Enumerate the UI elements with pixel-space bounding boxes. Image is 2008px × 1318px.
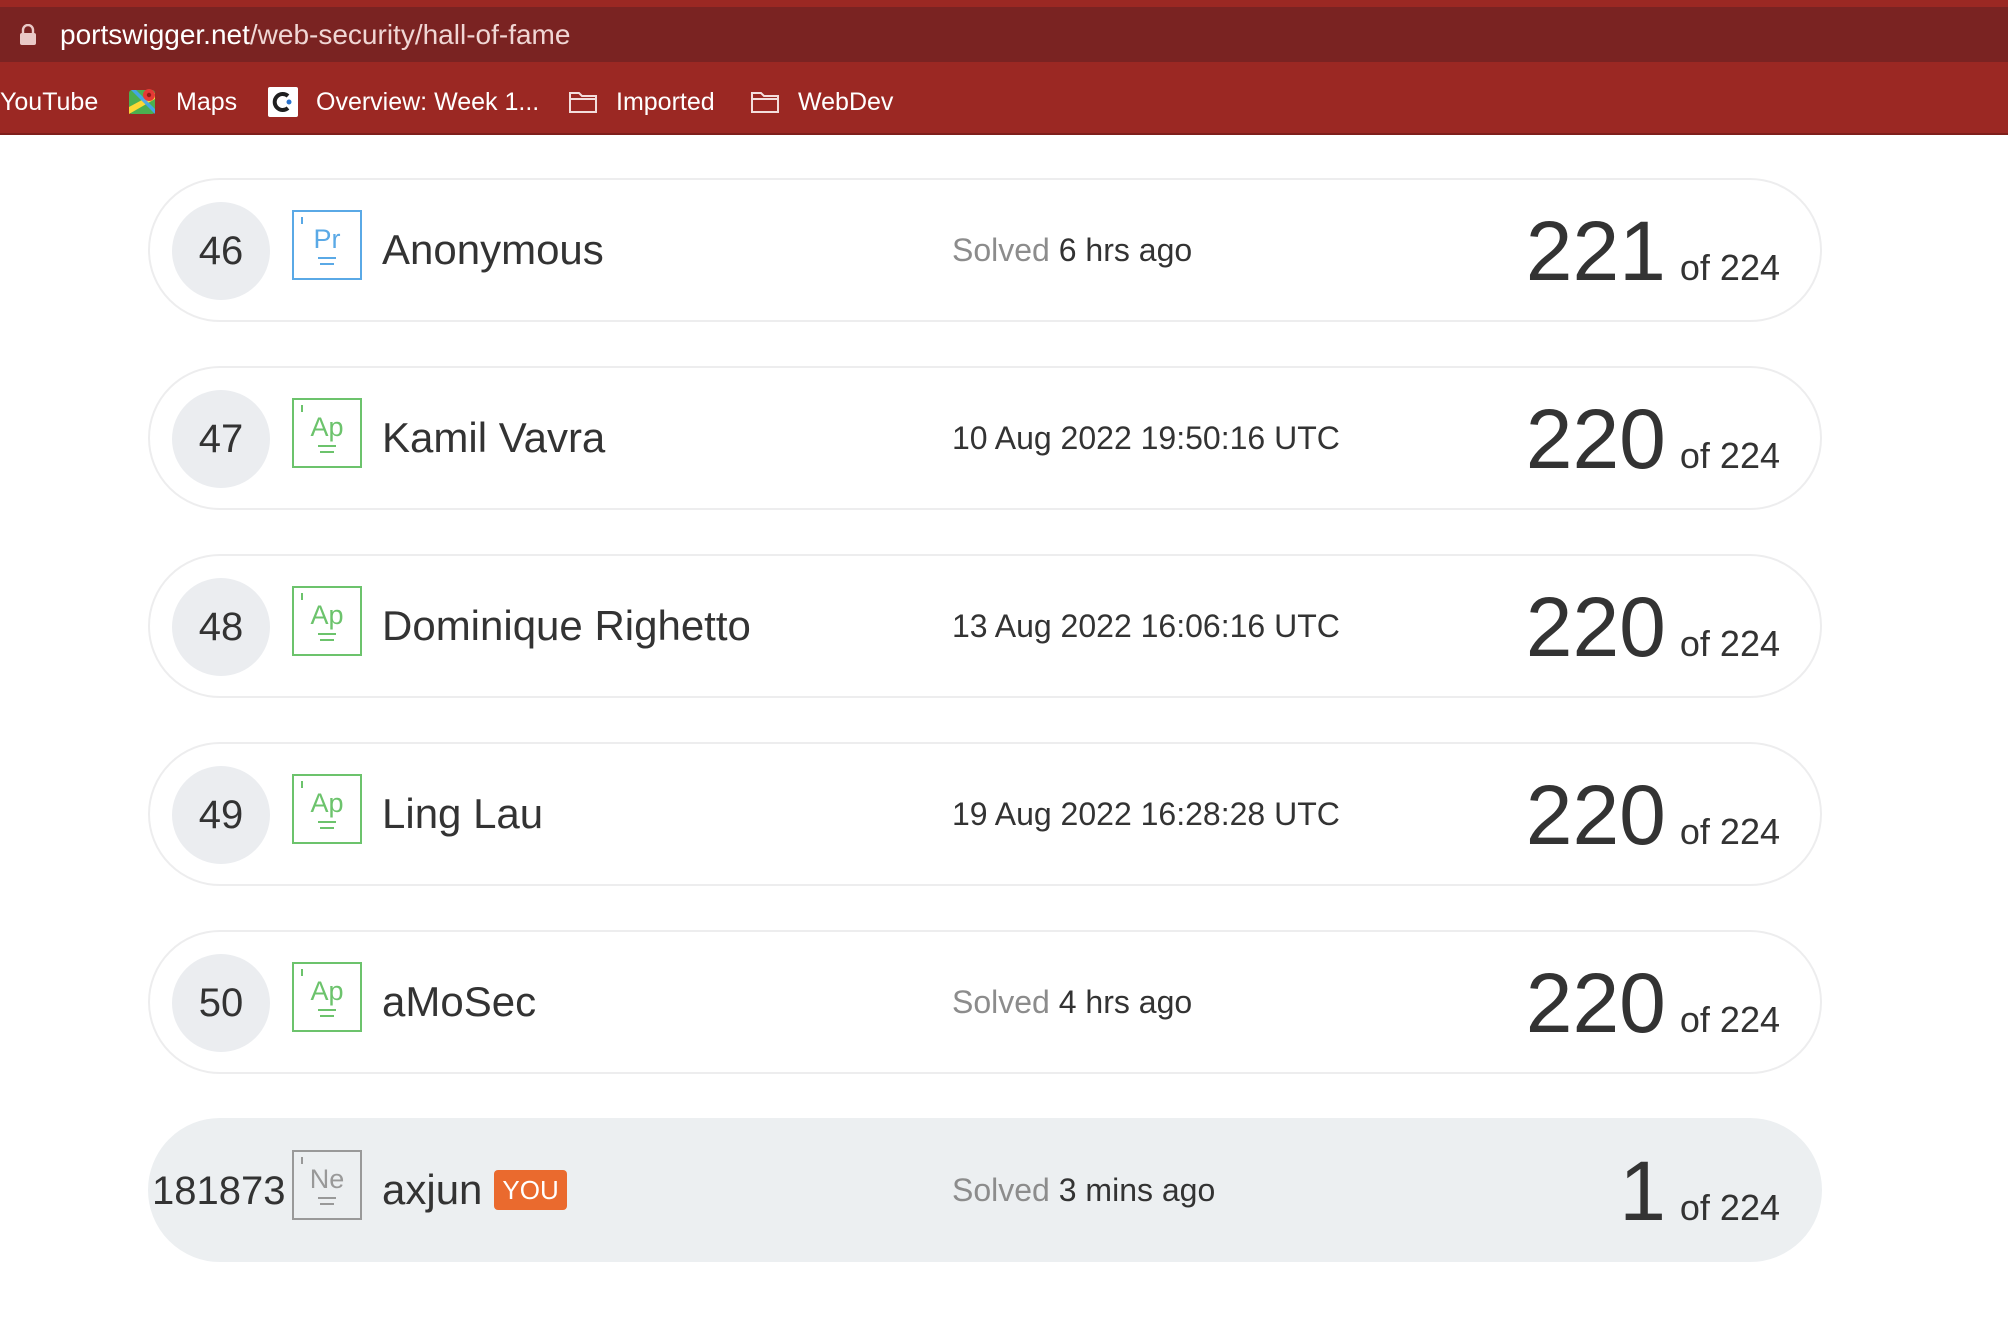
badge-symbol: Ne: [310, 1164, 345, 1194]
maps-icon: [129, 89, 155, 114]
solved-time: Solved 3 mins ago: [952, 1172, 1215, 1209]
player-name: aMoSec: [382, 978, 536, 1026]
score-value: 220: [1525, 956, 1666, 1050]
player-name-text: aMoSec: [382, 978, 537, 1025]
score-total: of 224: [1679, 435, 1780, 476]
badge-symbol: Ap: [310, 412, 343, 442]
score-value: 220: [1525, 768, 1666, 862]
score: 220 of 224: [1526, 770, 1780, 860]
player-name-text: Ling Lau: [382, 790, 544, 837]
score-total: of 224: [1679, 247, 1780, 288]
player-name: Dominique Righetto: [382, 602, 751, 650]
rank-number: 49: [172, 766, 270, 864]
solved-time: Solved 6 hrs ago: [952, 232, 1192, 269]
solved-time-value: 19 Aug 2022 16:28:28 UTC: [952, 796, 1340, 832]
rank-number: 50: [172, 954, 270, 1052]
leaderboard-row: 48 Ap Dominique Righetto 13 Aug 2022 16:…: [148, 554, 1822, 698]
solved-time: 19 Aug 2022 16:28:28 UTC: [952, 796, 1340, 833]
solved-time-value: 3 mins ago: [1058, 1172, 1216, 1208]
bookmark-imported[interactable]: Imported: [568, 82, 715, 122]
current-user-row: 181873 Ne axjun YOU Solved 3 mins ago 1 of…: [148, 1118, 1822, 1262]
leaderboard-row: 46 Pr Anonymous Solved 6 hrs ago 221 of 2…: [148, 178, 1822, 322]
url-path: /web-security/hall-of-fame: [249, 19, 571, 50]
folder-icon: [751, 92, 779, 113]
score: 220 of 224: [1526, 582, 1780, 672]
score: 220 of 224: [1526, 958, 1780, 1048]
badge-symbol: Ap: [310, 788, 343, 818]
browser-chrome: portswigger.net/web-security/hall-of-fam…: [0, 0, 2008, 135]
rank-number: 47: [172, 390, 270, 488]
bookmark-maps[interactable]: Maps: [128, 82, 237, 122]
bookmark-label: YouTube: [0, 87, 99, 116]
level-badge-icon: Ap: [292, 398, 362, 468]
solved-prefix: Solved: [952, 984, 1050, 1020]
bookmarks-bar: YouTube Maps Overview: Week 1... Importe…: [0, 82, 2008, 122]
url-host: portswigger.net: [60, 19, 250, 50]
solved-time: 13 Aug 2022 16:06:16 UTC: [952, 608, 1340, 645]
badge-symbol: Pr: [314, 224, 341, 254]
solved-time-value: 6 hrs ago: [1058, 232, 1193, 268]
bookmark-label: Imported: [616, 87, 715, 116]
folder-icon: [569, 92, 597, 113]
bookmark-label: Overview: Week 1...: [316, 87, 540, 116]
leaderboard-row: 49 Ap Ling Lau 19 Aug 2022 16:28:28 UTC …: [148, 742, 1822, 886]
player-name-text: Kamil Vavra: [382, 414, 606, 461]
level-badge-icon: Pr: [292, 210, 362, 280]
score: 220 of 224: [1526, 394, 1780, 484]
rank-number: 48: [172, 578, 270, 676]
score-total: of 224: [1679, 623, 1780, 664]
bookmark-webdev[interactable]: WebDev: [750, 82, 893, 122]
solved-time: Solved 4 hrs ago: [952, 984, 1192, 1021]
solved-time-value: 4 hrs ago: [1058, 984, 1193, 1020]
solved-time: 10 Aug 2022 19:50:16 UTC: [952, 420, 1340, 457]
player-name: Anonymous: [382, 226, 604, 274]
solved-prefix: Solved: [952, 1172, 1050, 1208]
leaderboard-row: 50 Ap aMoSec Solved 4 hrs ago 220 of 224: [148, 930, 1822, 1074]
score-value: 1: [1619, 1144, 1666, 1238]
coursera-icon: [268, 87, 298, 117]
bookmark-overview[interactable]: Overview: Week 1...: [268, 82, 539, 122]
player-name: Ling Lau: [382, 790, 543, 838]
score-total: of 224: [1679, 1187, 1780, 1228]
address-bar[interactable]: portswigger.net/web-security/hall-of-fam…: [0, 7, 2008, 62]
rank-number: 181873: [152, 1168, 286, 1213]
score-value: 220: [1525, 580, 1666, 674]
player-name-text: Dominique Righetto: [382, 602, 751, 649]
score-value: 221: [1525, 204, 1666, 298]
badge-symbol: Ap: [310, 600, 343, 630]
level-badge-icon: Ap: [292, 774, 362, 844]
solved-prefix: Solved: [952, 232, 1050, 268]
player-name-text: axjun: [382, 1166, 483, 1213]
score-value: 220: [1525, 392, 1666, 486]
score-total: of 224: [1679, 999, 1780, 1040]
solved-time-value: 10 Aug 2022 19:50:16 UTC: [952, 420, 1340, 456]
level-badge-icon: Ap: [292, 586, 362, 656]
badge-symbol: Ap: [310, 976, 343, 1006]
lock-icon: [20, 24, 36, 45]
leaderboard-row: 47 Ap Kamil Vavra 10 Aug 2022 19:50:16 U…: [148, 366, 1822, 510]
bookmark-label: WebDev: [798, 87, 894, 116]
player-name: Kamil Vavra: [382, 414, 605, 462]
level-badge-icon: Ne: [292, 1150, 362, 1220]
bookmark-youtube[interactable]: YouTube: [0, 82, 98, 122]
player-name: axjun YOU: [382, 1166, 567, 1214]
rank-number: 46: [172, 202, 270, 300]
bookmark-label: Maps: [176, 87, 238, 116]
score: 221 of 224: [1526, 206, 1780, 296]
url-text[interactable]: portswigger.net/web-security/hall-of-fam…: [60, 20, 570, 50]
score: 1 of 224: [1619, 1146, 1780, 1236]
level-badge-icon: Ap: [292, 962, 362, 1032]
score-total: of 224: [1679, 811, 1780, 852]
player-name-text: Anonymous: [382, 226, 604, 273]
you-badge: YOU: [494, 1170, 567, 1210]
solved-time-value: 13 Aug 2022 16:06:16 UTC: [952, 608, 1340, 644]
